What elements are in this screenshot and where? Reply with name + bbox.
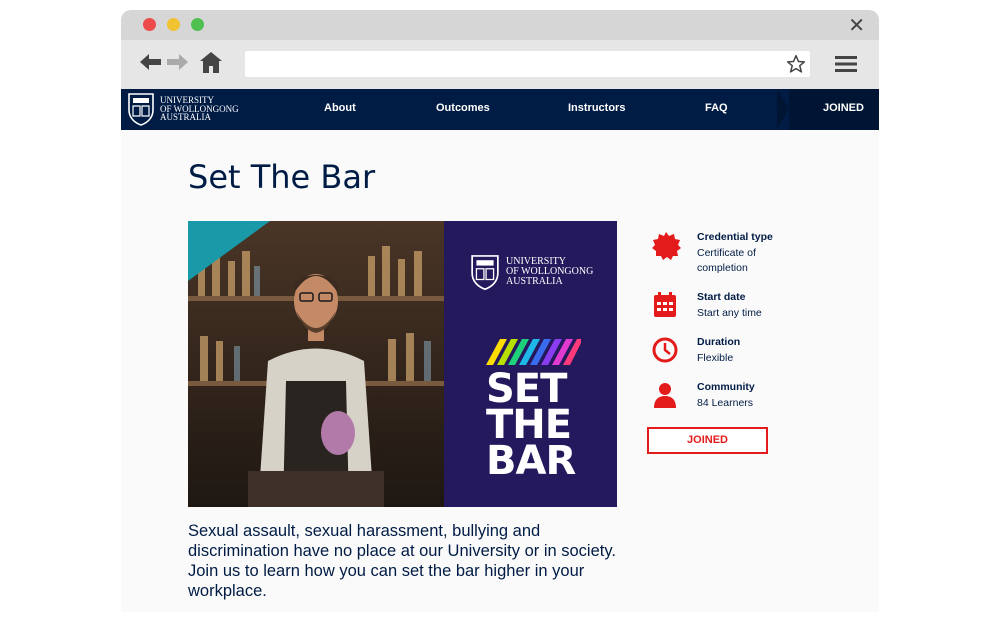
maximize-window-button[interactable] xyxy=(191,18,204,31)
credential-type-value: Certificate of completion xyxy=(697,247,756,274)
hero-crest-icon xyxy=(471,255,499,291)
home-icon[interactable] xyxy=(200,52,222,73)
window-titlebar: ✕ xyxy=(121,10,879,40)
back-arrow-icon[interactable] xyxy=(140,54,162,70)
community-label: Community xyxy=(697,381,755,393)
joined-tab-label: JOINED xyxy=(823,102,864,114)
university-crest-icon xyxy=(128,93,154,126)
course-description: Sexual assault, sexual harassment, bully… xyxy=(188,522,616,600)
hero-title-panel: UNIVERSITY OF WOLLONGONG AUSTRALIA SET T… xyxy=(444,221,617,507)
logo-line-3: AUSTRALIA xyxy=(160,112,211,123)
set-the-bar-wordmark: SET THE BAR xyxy=(486,369,576,484)
page-title: Set The Bar xyxy=(188,158,376,196)
joined-tab-arrow xyxy=(777,89,789,129)
start-date-value: Start any time xyxy=(697,307,762,319)
start-date-label: Start date xyxy=(697,291,746,303)
hero-logo-text: UNIVERSITY OF WOLLONGONG AUSTRALIA xyxy=(506,257,593,287)
joined-button[interactable]: JOINED xyxy=(647,427,768,454)
certificate-badge-icon xyxy=(652,232,681,260)
calendar-icon xyxy=(654,292,676,317)
duration-label: Duration xyxy=(697,336,741,348)
minimize-window-button[interactable] xyxy=(167,18,180,31)
nav-about[interactable]: About xyxy=(324,102,356,114)
credential-type-label: Credential type xyxy=(697,231,773,243)
hero-uow-logo: UNIVERSITY OF WOLLONGONG AUSTRALIA xyxy=(470,253,593,291)
logo-text: UNIVERSITY OF WOLLONGONG AUSTRALIA xyxy=(160,96,239,122)
nav-outcomes[interactable]: Outcomes xyxy=(436,102,490,114)
browser-toolbar xyxy=(121,40,879,89)
joined-tab[interactable]: JOINED xyxy=(777,89,879,130)
close-icon[interactable]: ✕ xyxy=(848,15,865,35)
bartender-photo xyxy=(188,221,444,507)
forward-arrow-icon[interactable] xyxy=(166,54,188,70)
hero-logo-line-3: AUSTRALIA xyxy=(506,276,563,287)
nav-faq[interactable]: FAQ xyxy=(705,102,728,114)
uow-logo[interactable]: UNIVERSITY OF WOLLONGONG AUSTRALIA xyxy=(127,92,239,126)
duration-value: Flexible xyxy=(697,352,734,364)
browser-window: ✕ UNIVERSITY OF WOLLONGONG AUSTRALIA Abo… xyxy=(121,10,879,612)
hamburger-menu-icon[interactable] xyxy=(835,55,857,73)
person-icon xyxy=(654,383,676,408)
course-hero-image: UNIVERSITY OF WOLLONGONG AUSTRALIA SET T… xyxy=(188,221,617,507)
address-bar[interactable] xyxy=(245,51,810,77)
nav-instructors[interactable]: Instructors xyxy=(568,102,625,114)
clock-icon xyxy=(652,337,678,363)
rainbow-stripes-graphic xyxy=(486,339,581,365)
bookmark-star-icon[interactable] xyxy=(786,54,806,74)
site-navbar: UNIVERSITY OF WOLLONGONG AUSTRALIA About… xyxy=(121,89,879,130)
close-window-button[interactable] xyxy=(143,18,156,31)
bartender-illustration xyxy=(188,221,444,507)
wordmark-line-3: BAR xyxy=(486,438,576,484)
community-value: 84 Learners xyxy=(697,397,754,409)
